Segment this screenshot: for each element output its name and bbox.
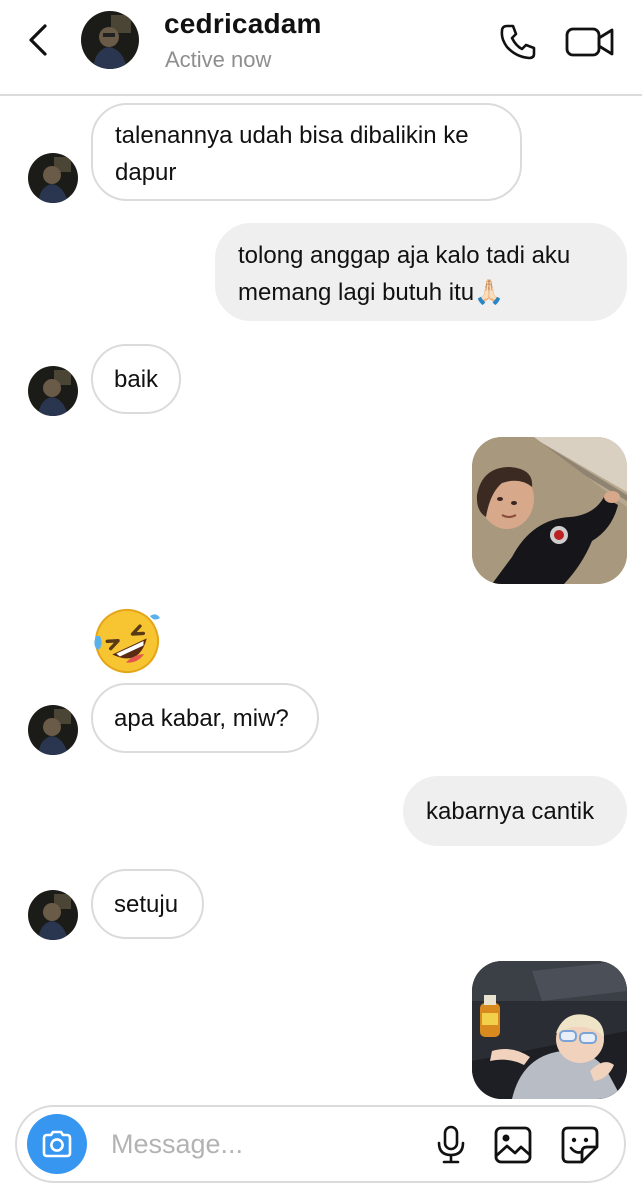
rolling-on-floor-laughing-emoji[interactable] [92,606,162,676]
message-text: dapur [115,159,177,186]
header-avatar[interactable] [81,11,139,69]
gallery-button[interactable] [491,1123,535,1167]
chat-username[interactable]: cedricadam [164,8,322,40]
sticker-button[interactable] [558,1123,602,1167]
active-status: Active now [165,47,272,72]
voice-call-button[interactable] [496,20,540,64]
back-button[interactable] [20,20,56,60]
message-text: apa kabar, miw? [114,705,289,732]
phone-icon [500,24,536,60]
message-text: memang lagi butuh itu🙏🏻 [238,279,505,306]
message-bubble-outgoing[interactable]: tolong anggap aja kalo tadi aku memang l… [215,223,627,321]
chat-header: cedricadam Active now [0,0,642,96]
shared-photo-child-on-floor[interactable] [472,437,627,584]
video-call-button[interactable] [563,20,617,64]
message-text: talenannya udah bisa dibalikin ke [115,122,469,149]
message-composer [15,1105,626,1183]
message-input[interactable] [111,1123,411,1165]
message-bubble-incoming[interactable]: talenannya udah bisa dibalikin ke dapur [91,103,522,201]
message-bubble-outgoing[interactable]: kabarnya cantik [403,776,627,846]
image-gallery-icon [494,1126,532,1164]
message-bubble-incoming[interactable]: setuju [91,869,204,939]
message-bubble-incoming[interactable]: baik [91,344,181,414]
voice-message-button[interactable] [429,1123,473,1167]
sender-avatar[interactable] [28,153,78,203]
message-text: baik [114,366,159,393]
camera-button[interactable] [27,1114,87,1174]
sticker-icon [561,1126,599,1164]
shared-photo-toddler-sunglasses[interactable] [472,961,627,1099]
chevron-left-icon [29,24,47,56]
camera-icon [42,1130,72,1158]
microphone-icon [437,1125,465,1164]
message-text: setuju [114,891,179,918]
sender-avatar[interactable] [28,890,78,940]
sender-avatar[interactable] [28,705,78,755]
sender-avatar[interactable] [28,366,78,416]
message-text: kabarnya cantik [426,798,595,825]
message-text: tolong anggap aja kalo tadi aku [238,242,571,269]
message-bubble-incoming[interactable]: apa kabar, miw? [91,683,319,753]
video-camera-icon [565,27,614,57]
